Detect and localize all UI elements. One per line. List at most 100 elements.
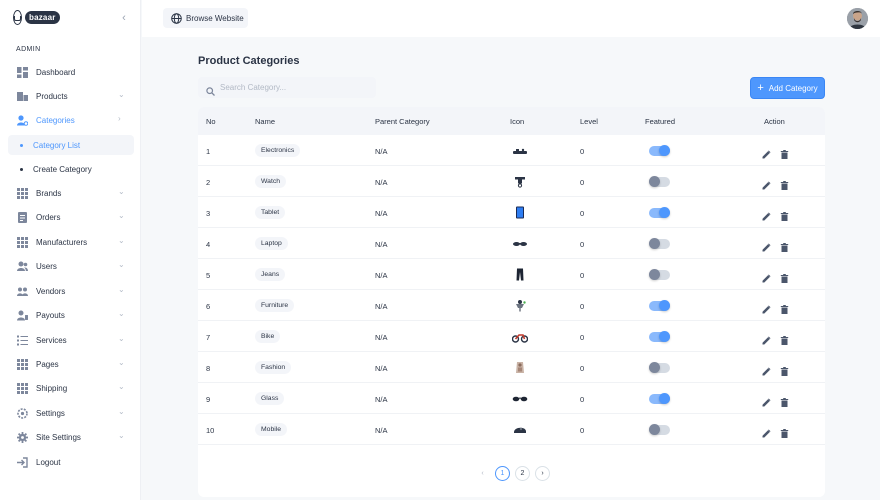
category-level: 0 bbox=[580, 240, 585, 249]
parent-category: N/A bbox=[375, 147, 388, 156]
edit-icon[interactable] bbox=[762, 363, 771, 376]
featured-toggle[interactable] bbox=[649, 393, 670, 404]
featured-toggle[interactable] bbox=[649, 424, 670, 435]
add-category-button[interactable]: + Add Category bbox=[750, 77, 825, 99]
featured-toggle[interactable] bbox=[649, 331, 670, 342]
row-number: 8 bbox=[206, 364, 211, 373]
logo-text: bazaar bbox=[25, 11, 60, 24]
furniture-icon bbox=[512, 299, 528, 312]
bike-icon bbox=[511, 330, 529, 343]
pagination-prev-button[interactable]: ‹ bbox=[475, 466, 490, 481]
delete-icon[interactable] bbox=[780, 332, 789, 345]
column-header-parent: Parent Category bbox=[375, 117, 430, 126]
category-level: 0 bbox=[580, 364, 585, 373]
collapse-sidebar-icon[interactable]: ‹ bbox=[118, 12, 130, 24]
vendors-icon bbox=[17, 286, 28, 297]
user-avatar[interactable] bbox=[847, 8, 868, 29]
parent-category: N/A bbox=[375, 333, 388, 342]
sidebar-item-users[interactable]: Users ⌄ bbox=[8, 256, 134, 276]
parent-category: N/A bbox=[375, 178, 388, 187]
sidebar-item-site-settings[interactable]: Site Settings ⌄ bbox=[8, 427, 134, 447]
chevron-down-icon: ⌄ bbox=[118, 187, 125, 196]
sidebar-item-logout[interactable]: Logout bbox=[8, 452, 134, 472]
featured-toggle[interactable] bbox=[649, 145, 670, 156]
logo[interactable]: bazaar bbox=[13, 9, 60, 26]
table-row: 9 Glass N/A 0 bbox=[198, 383, 825, 414]
delete-icon[interactable] bbox=[780, 208, 789, 221]
category-name-chip: Furniture bbox=[255, 299, 295, 312]
grid-icon bbox=[17, 236, 28, 248]
category-name-chip: Fashion bbox=[255, 361, 292, 374]
featured-toggle[interactable] bbox=[649, 176, 670, 187]
dashboard-icon bbox=[17, 66, 28, 78]
chevron-down-icon: ⌄ bbox=[118, 309, 125, 318]
delete-icon[interactable] bbox=[780, 270, 789, 283]
edit-icon[interactable] bbox=[762, 208, 771, 221]
sidebar-item-label: Services bbox=[36, 335, 67, 345]
featured-toggle[interactable] bbox=[649, 269, 670, 280]
globe-icon bbox=[171, 12, 182, 24]
sidebar-item-orders[interactable]: Orders ⌄ bbox=[8, 207, 134, 227]
sidebar-subitem-category-list[interactable]: Category List bbox=[8, 135, 134, 155]
delete-icon[interactable] bbox=[780, 177, 789, 190]
table-row: 1 Electronics N/A 0 bbox=[198, 135, 825, 166]
edit-icon[interactable] bbox=[762, 332, 771, 345]
edit-icon[interactable] bbox=[762, 301, 771, 314]
sidebar-item-dashboard[interactable]: Dashboard bbox=[8, 62, 134, 82]
search-input[interactable] bbox=[220, 83, 370, 92]
pagination-page-1[interactable]: 1 bbox=[495, 466, 510, 481]
delete-icon[interactable] bbox=[780, 425, 789, 438]
sidebar-item-label: Logout bbox=[36, 457, 61, 467]
parent-category: N/A bbox=[375, 240, 388, 249]
table-row: 2 Watch N/A 0 bbox=[198, 166, 825, 197]
delete-icon[interactable] bbox=[780, 394, 789, 407]
category-level: 0 bbox=[580, 178, 585, 187]
sidebar-subitem-create-category[interactable]: Create Category bbox=[8, 159, 134, 179]
bag-logo-icon bbox=[13, 10, 22, 25]
delete-icon[interactable] bbox=[780, 146, 789, 159]
delete-icon[interactable] bbox=[780, 301, 789, 314]
chevron-down-icon: ⌄ bbox=[118, 431, 125, 440]
sidebar-item-pages[interactable]: Pages ⌄ bbox=[8, 354, 134, 374]
edit-icon[interactable] bbox=[762, 394, 771, 407]
edit-icon[interactable] bbox=[762, 425, 771, 438]
featured-toggle[interactable] bbox=[649, 207, 670, 218]
featured-toggle[interactable] bbox=[649, 362, 670, 373]
sidebar-item-vendors[interactable]: Vendors ⌄ bbox=[8, 281, 134, 301]
grid-icon bbox=[17, 187, 28, 199]
sidebar-item-services[interactable]: Services ⌄ bbox=[8, 330, 134, 350]
table-row: 4 Laptop N/A 0 bbox=[198, 228, 825, 259]
pagination-page-2[interactable]: 2 bbox=[515, 466, 530, 481]
sidebar-item-manufacturers[interactable]: Manufacturers ⌄ bbox=[8, 232, 134, 252]
featured-toggle[interactable] bbox=[649, 238, 670, 249]
sidebar-item-brands[interactable]: Brands ⌄ bbox=[8, 183, 134, 203]
browse-website-button[interactable]: Browse Website bbox=[163, 8, 248, 28]
featured-toggle[interactable] bbox=[649, 300, 670, 311]
sidebar-item-settings[interactable]: Settings ⌄ bbox=[8, 403, 134, 423]
row-number: 6 bbox=[206, 302, 211, 311]
edit-icon[interactable] bbox=[762, 177, 771, 190]
sidebar-item-products[interactable]: Products ⌄ bbox=[8, 86, 134, 106]
bullet-icon bbox=[20, 143, 23, 147]
edit-icon[interactable] bbox=[762, 146, 771, 159]
pagination-next-button[interactable]: › bbox=[535, 466, 550, 481]
row-number: 1 bbox=[206, 147, 211, 156]
services-icon bbox=[17, 335, 28, 346]
delete-icon[interactable] bbox=[780, 239, 789, 252]
sidebar-subitem-label: Category List bbox=[33, 140, 81, 150]
delete-icon[interactable] bbox=[780, 363, 789, 376]
table-header: No Name Parent Category Icon Level Featu… bbox=[198, 107, 825, 135]
column-header-no: No bbox=[206, 117, 216, 126]
products-icon bbox=[17, 91, 28, 102]
edit-icon[interactable] bbox=[762, 270, 771, 283]
sidebar-item-label: Vendors bbox=[36, 286, 66, 296]
sidebar-item-categories[interactable]: Categories › bbox=[8, 110, 134, 130]
column-header-level: Level bbox=[580, 117, 598, 126]
sidebar-item-shipping[interactable]: Shipping ⌄ bbox=[8, 378, 134, 398]
chevron-down-icon: ⌄ bbox=[118, 285, 125, 294]
sidebar-item-payouts[interactable]: Payouts ⌄ bbox=[8, 305, 134, 325]
edit-icon[interactable] bbox=[762, 239, 771, 252]
category-name-chip: Mobile bbox=[255, 423, 288, 436]
column-header-icon: Icon bbox=[510, 117, 525, 126]
mobile-icon bbox=[512, 423, 528, 436]
